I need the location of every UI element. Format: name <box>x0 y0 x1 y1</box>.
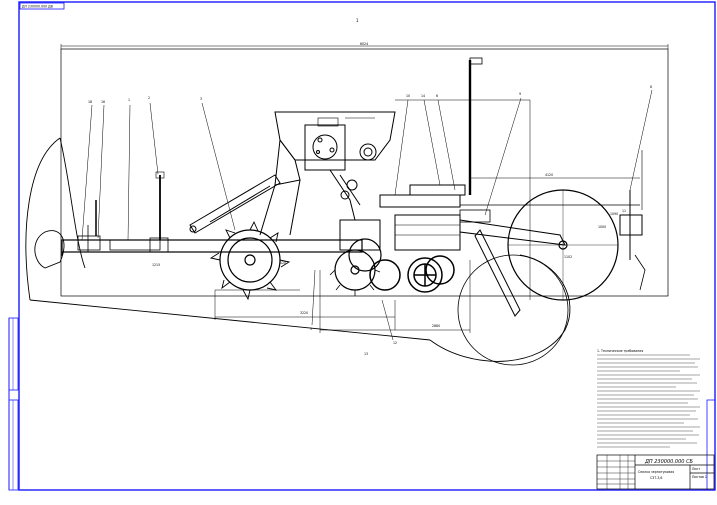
position-label: 12 <box>393 341 397 345</box>
position-label: 13 <box>364 352 368 356</box>
dim-small-a: 120 <box>280 261 286 265</box>
dim-bottom-mid: 2880 <box>432 324 440 328</box>
position-label: 18 <box>88 100 92 104</box>
position-label: 8 <box>650 85 652 89</box>
position-label: 16 <box>101 100 105 104</box>
dim-right-top: 4120 <box>545 173 553 177</box>
position-label: 14 <box>421 94 425 98</box>
position-label: 5 <box>310 327 312 331</box>
transport-wheel <box>507 189 619 301</box>
position-label: 1 <box>128 98 130 102</box>
dim-small-b: 1090 <box>610 212 618 216</box>
position-label: 9 <box>519 92 521 96</box>
notes-header: 1. Технические требования <box>597 349 643 353</box>
title-sheet: Лист <box>692 467 700 471</box>
position-label: 6 <box>436 94 438 98</box>
title-designation: ДП 230000.000 СБ <box>644 459 694 465</box>
dim-frame-left: 1215 <box>152 263 160 267</box>
position-label: 11 <box>622 209 626 213</box>
dim-right-axle: 1000 <box>598 225 606 229</box>
technical-drawing-sheet: ДП 230000.000 ДВ 1 6024 1215 4120 1102 3… <box>0 0 717 505</box>
dim-bottom-left: 3220 <box>300 311 308 315</box>
title-name-line2: СЗТ-3,6 <box>650 476 662 480</box>
position-label: 10 <box>406 94 410 98</box>
position-label: 2 <box>148 96 150 100</box>
title-name: Сеялка зернотуковая <box>638 470 674 474</box>
title-sheets: Листов 1 <box>692 475 707 479</box>
overall-dimension: 6024 <box>360 42 368 46</box>
position-label: 3 <box>200 97 202 101</box>
dim-wheel: 1102 <box>564 255 572 259</box>
corner-code: ДП 230000.000 ДВ <box>22 5 53 9</box>
